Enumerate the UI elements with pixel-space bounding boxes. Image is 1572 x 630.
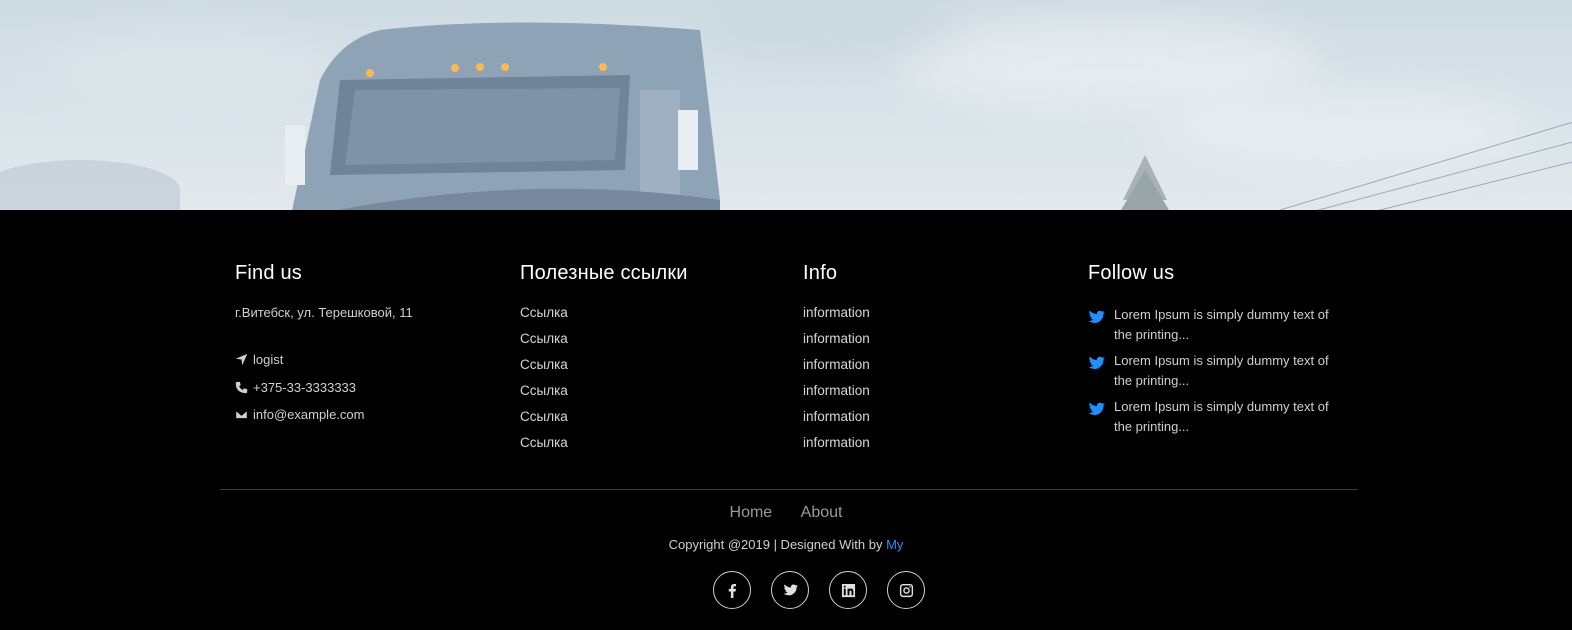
footer: Find us г.Витебск, ул. Терешковой, 11 lo… — [0, 210, 1572, 630]
social-icons — [713, 571, 945, 609]
info-link[interactable]: information — [803, 331, 1063, 357]
info-link[interactable]: information — [803, 305, 1063, 331]
tweet-text: Lorem Ipsum is simply dummy text of the … — [1114, 353, 1329, 388]
useful-link[interactable]: Ссылка — [520, 305, 780, 331]
footer-nav: Home About — [0, 504, 1572, 522]
twitter-icon — [1088, 356, 1105, 369]
find-us-column: Find us г.Витебск, ул. Терешковой, 11 lo… — [235, 262, 495, 429]
contact-phone-text: +375-33-3333333 — [253, 379, 357, 395]
useful-link[interactable]: Ссылка — [520, 409, 780, 435]
tweet-text: Lorem Ipsum is simply dummy text of the … — [1114, 399, 1329, 434]
contact-logist-text: logist — [253, 352, 284, 368]
useful-link[interactable]: Ссылка — [520, 357, 780, 383]
envelope-icon — [235, 410, 248, 420]
info-link[interactable]: information — [803, 435, 1063, 461]
contact-email-text: info@example.com — [253, 407, 365, 423]
info-link[interactable]: information — [803, 357, 1063, 383]
address-text: г.Витебск, ул. Терешковой, 11 — [235, 305, 413, 320]
instagram-button[interactable] — [887, 571, 925, 609]
tweet-item[interactable]: Lorem Ipsum is simply dummy text of the … — [1088, 397, 1348, 437]
useful-link[interactable]: Ссылка — [520, 331, 780, 357]
follow-us-heading: Follow us — [1088, 262, 1175, 284]
nav-about-link[interactable]: About — [801, 504, 843, 521]
twitter-icon — [782, 583, 798, 595]
car-silhouette — [0, 160, 180, 210]
follow-us-column: Follow us Lorem Ipsum is simply dummy te… — [1088, 262, 1348, 443]
hero-image — [0, 0, 1572, 210]
useful-link[interactable]: Ссылка — [520, 383, 780, 409]
copyright-text: Copyright @2019 | Designed With by My — [0, 537, 1572, 552]
nav-home-link[interactable]: Home — [730, 504, 773, 521]
info-column: Info information information information… — [803, 262, 1063, 461]
copyright-prefix: Copyright @2019 | Designed With by — [668, 537, 887, 552]
useful-link[interactable]: Ссылка — [520, 435, 780, 461]
useful-links-column: Полезные ссылки Ссылка Ссылка Ссылка Ссы… — [520, 262, 780, 461]
info-link[interactable]: information — [803, 409, 1063, 435]
linkedin-icon — [841, 583, 855, 597]
tweet-item[interactable]: Lorem Ipsum is simply dummy text of the … — [1088, 351, 1348, 391]
instagram-icon — [899, 583, 913, 597]
footer-divider — [220, 489, 1358, 490]
location-arrow-icon — [235, 354, 248, 366]
find-us-heading: Find us — [235, 262, 302, 284]
twitter-button[interactable] — [771, 571, 809, 609]
power-lines — [1280, 121, 1572, 210]
twitter-icon — [1088, 310, 1105, 323]
useful-links-heading: Полезные ссылки — [520, 262, 688, 284]
facebook-button[interactable] — [713, 571, 751, 609]
truck — [285, 22, 720, 210]
tweet-item[interactable]: Lorem Ipsum is simply dummy text of the … — [1088, 305, 1348, 345]
contact-logist: logist — [235, 346, 495, 374]
facebook-icon — [728, 583, 736, 598]
contact-phone[interactable]: +375-33-3333333 — [235, 374, 495, 402]
phone-icon — [235, 381, 248, 393]
contact-email[interactable]: info@example.com — [235, 401, 495, 429]
twitter-icon — [1088, 402, 1105, 415]
tweet-text: Lorem Ipsum is simply dummy text of the … — [1114, 307, 1329, 342]
info-heading: Info — [803, 262, 838, 284]
linkedin-button[interactable] — [829, 571, 867, 609]
info-link[interactable]: information — [803, 383, 1063, 409]
brand-link[interactable]: My — [886, 537, 903, 552]
tree — [1121, 155, 1169, 210]
